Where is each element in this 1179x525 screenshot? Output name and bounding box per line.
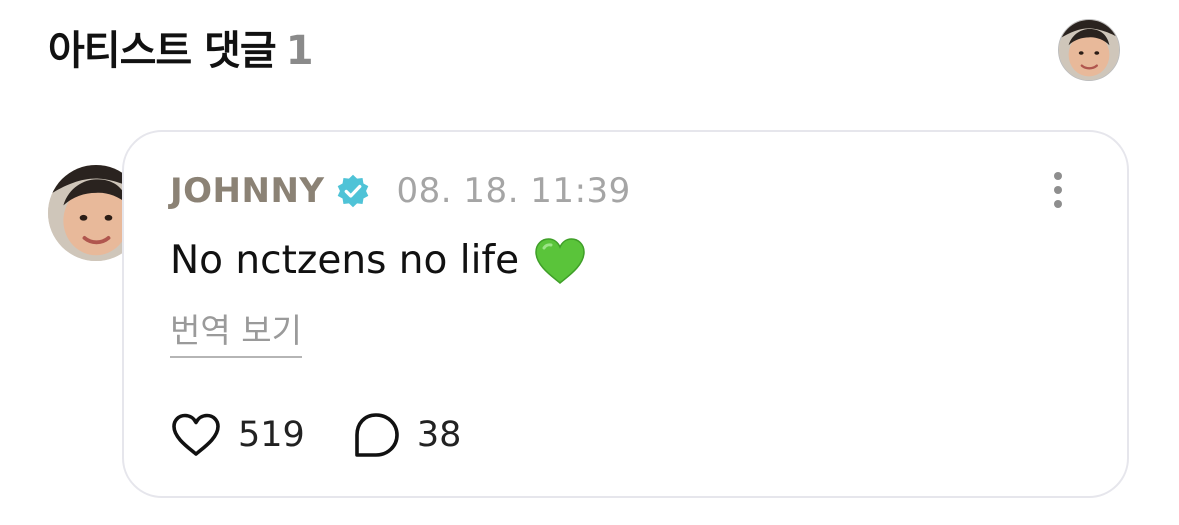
translate-link[interactable]: 번역 보기 xyxy=(170,310,302,358)
comment-timestamp: 08. 18. 11:39 xyxy=(396,171,631,211)
avatar-face-icon xyxy=(1059,20,1119,80)
comment-text: No nctzens no life xyxy=(170,238,520,283)
section-title: 아티스트 댓글 1 xyxy=(48,22,314,80)
like-count: 519 xyxy=(238,415,305,455)
author-name[interactable]: JOHNNY xyxy=(170,171,325,211)
section-title-label: 아티스트 댓글 xyxy=(48,28,277,74)
more-options-button[interactable] xyxy=(1040,168,1076,212)
heart-icon xyxy=(170,412,222,458)
like-button[interactable]: 519 xyxy=(170,412,305,458)
speech-bubble-icon xyxy=(351,411,401,459)
comment-meta: JOHNNY 08. 18. 11:39 xyxy=(170,168,631,214)
more-dot-icon xyxy=(1054,172,1062,180)
reply-count: 38 xyxy=(416,415,462,455)
comment-body: No nctzens no life xyxy=(170,234,587,288)
reply-button[interactable]: 38 xyxy=(351,411,462,459)
verified-badge-icon xyxy=(335,173,371,209)
green-heart-icon xyxy=(533,236,587,286)
comment-count: 1 xyxy=(285,28,314,74)
more-dot-icon xyxy=(1054,186,1062,194)
header-avatar[interactable] xyxy=(1058,19,1120,81)
artist-comments-panel: 아티스트 댓글 1 JOHNNY 08. 18. 11:39 No nctzen… xyxy=(0,0,1179,525)
comment-actions: 519 38 xyxy=(170,410,461,460)
more-dot-icon xyxy=(1054,200,1062,208)
